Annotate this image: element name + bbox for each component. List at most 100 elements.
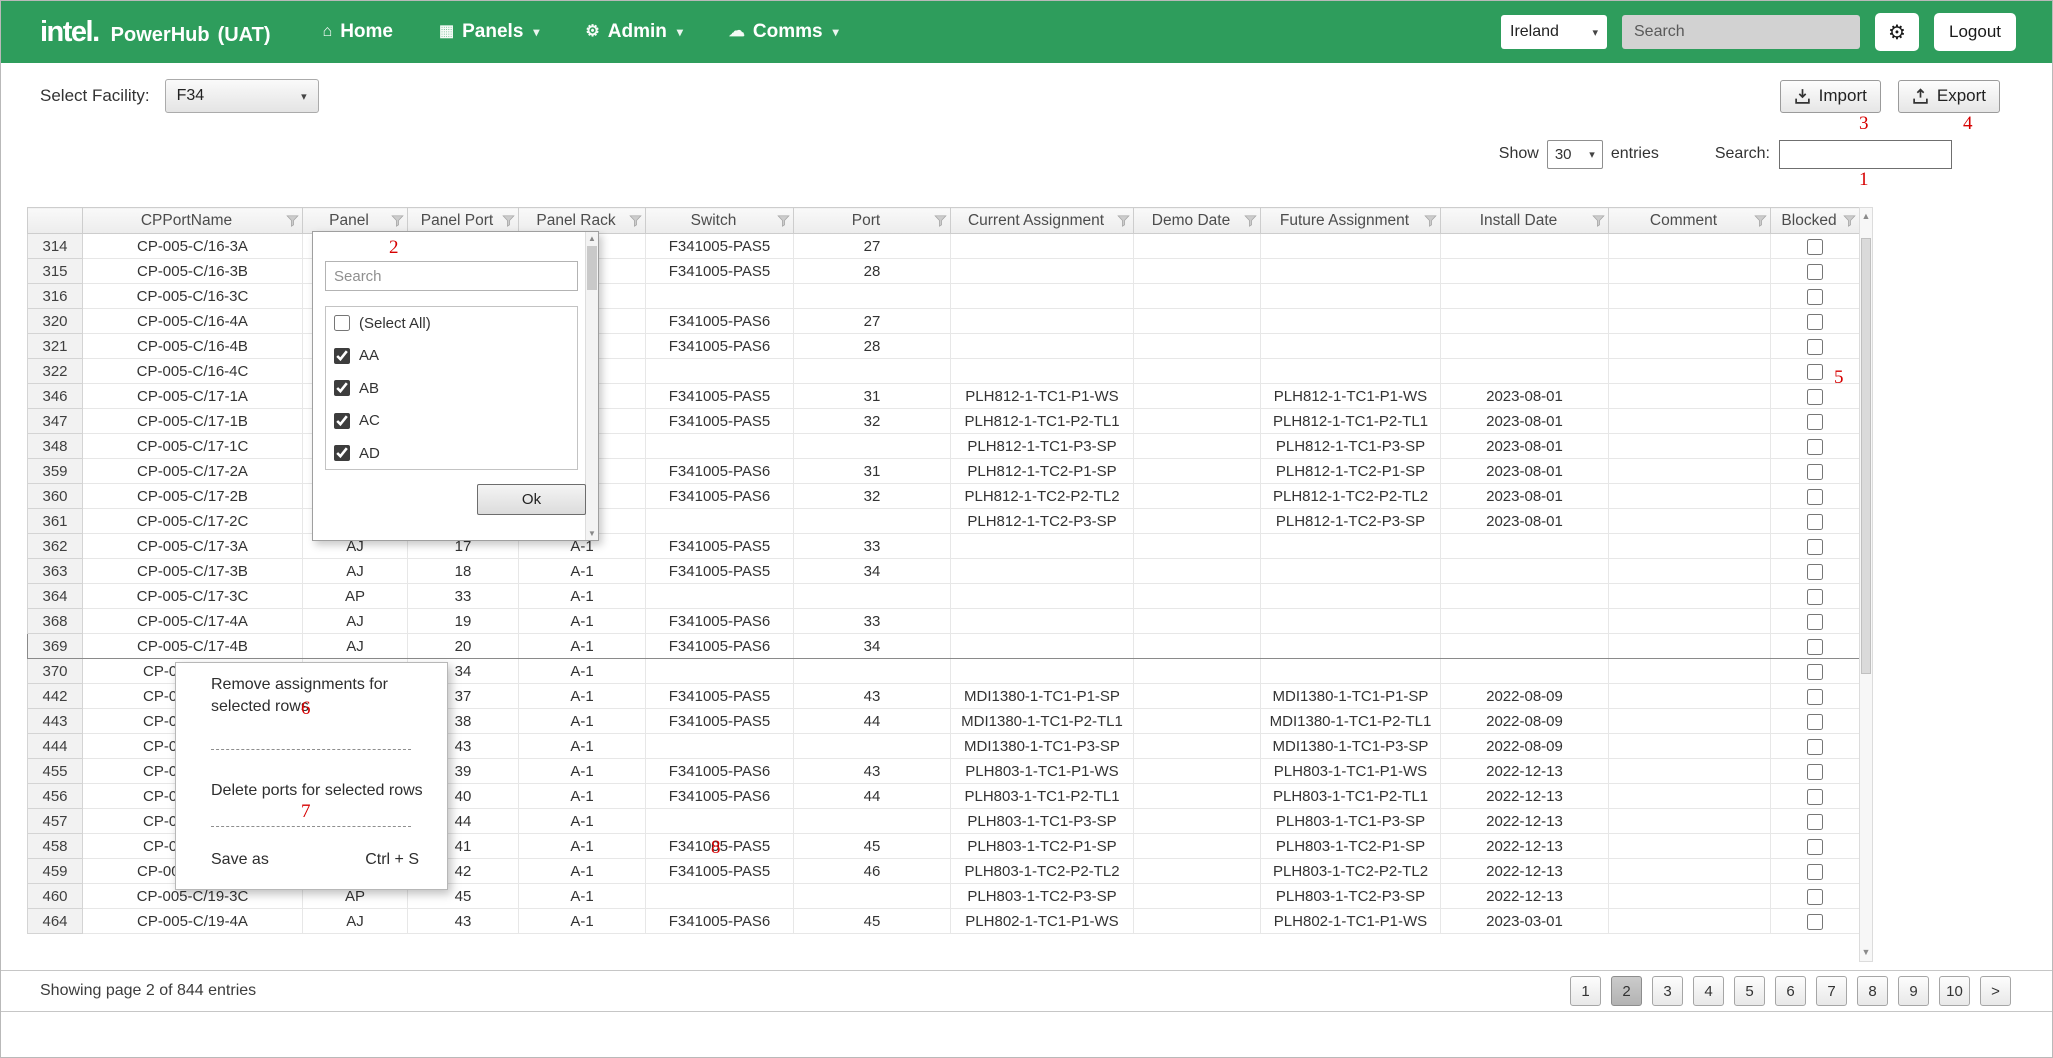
cell-install-date[interactable] (1441, 359, 1609, 384)
cell-demo-date[interactable] (1134, 284, 1261, 309)
pagination-page-7[interactable]: 7 (1816, 976, 1847, 1006)
table-row-368[interactable]: 368CP-005-C/17-4AAJ19A-1F341005-PAS633 (28, 609, 1860, 634)
cell-port[interactable] (794, 734, 951, 759)
settings-button[interactable]: ⚙ (1875, 13, 1919, 51)
cell-port[interactable] (794, 359, 951, 384)
cell-panel-rack[interactable]: A-1 (519, 559, 646, 584)
cell-port[interactable]: 43 (794, 684, 951, 709)
cell-port[interactable]: 32 (794, 484, 951, 509)
cell-port[interactable]: 27 (794, 309, 951, 334)
pagination-page-4[interactable]: 4 (1693, 976, 1724, 1006)
cell-demo-date[interactable] (1134, 759, 1261, 784)
import-button[interactable]: Import (1780, 80, 1881, 113)
cell-port[interactable]: 43 (794, 759, 951, 784)
cell-future-assignment[interactable]: MDI1380-1-TC1-P2-TL1 (1261, 709, 1441, 734)
cell-demo-date[interactable] (1134, 259, 1261, 284)
cell-port[interactable] (794, 434, 951, 459)
scroll-down-icon[interactable]: ▼ (1860, 944, 1872, 961)
cell-future-assignment[interactable] (1261, 559, 1441, 584)
blocked-checkbox[interactable] (1807, 439, 1823, 455)
cell-install-date[interactable] (1441, 259, 1609, 284)
cell-switch[interactable]: F341005-PAS6 (646, 484, 794, 509)
blocked-checkbox[interactable] (1807, 414, 1823, 430)
table-row-464[interactable]: 464CP-005-C/19-4AAJ43A-1F341005-PAS645PL… (28, 909, 1860, 934)
cell-switch[interactable] (646, 509, 794, 534)
cell-panel-rack[interactable]: A-1 (519, 659, 646, 684)
cell-comment[interactable] (1609, 684, 1771, 709)
row-number-cell[interactable]: 370 (28, 659, 83, 684)
cell-panel-rack[interactable]: A-1 (519, 784, 646, 809)
cell-future-assignment[interactable]: PLH812-1-TC2-P3-SP (1261, 509, 1441, 534)
cell-install-date[interactable]: 2023-08-01 (1441, 459, 1609, 484)
cell-install-date[interactable] (1441, 234, 1609, 259)
table-row-316[interactable]: 316CP-005-C/16-3C (28, 284, 1860, 309)
cell-cpportname[interactable]: CP-005-C/16-4B (83, 334, 303, 359)
cell-future-assignment[interactable] (1261, 334, 1441, 359)
cell-comment[interactable] (1609, 584, 1771, 609)
blocked-checkbox[interactable] (1807, 864, 1823, 880)
filter-option-aa[interactable]: AA (326, 340, 577, 373)
filter-icon[interactable] (1424, 215, 1437, 227)
scroll-up-icon[interactable]: ▲ (586, 232, 598, 245)
cell-panel-port[interactable]: 33 (408, 584, 519, 609)
cell-current-assignment[interactable] (951, 559, 1134, 584)
filter-icon[interactable] (629, 215, 642, 227)
blocked-checkbox[interactable] (1807, 689, 1823, 705)
cell-comment[interactable] (1609, 884, 1771, 909)
column-header-comment[interactable]: Comment (1609, 208, 1771, 234)
cell-cpportname[interactable]: CP-005-C/17-4B (83, 634, 303, 659)
filter-icon[interactable] (1843, 215, 1856, 227)
filter-checkbox[interactable] (334, 315, 350, 331)
cell-comment[interactable] (1609, 659, 1771, 684)
cell-comment[interactable] (1609, 484, 1771, 509)
filter-icon[interactable] (1117, 215, 1130, 227)
table-row-363[interactable]: 363CP-005-C/17-3BAJ18A-1F341005-PAS534 (28, 559, 1860, 584)
cell-panel-port[interactable]: 19 (408, 609, 519, 634)
row-number-cell[interactable]: 363 (28, 559, 83, 584)
cell-current-assignment[interactable]: PLH803-1-TC1-P2-TL1 (951, 784, 1134, 809)
cell-install-date[interactable]: 2022-12-13 (1441, 834, 1609, 859)
cell-current-assignment[interactable]: PLH812-1-TC2-P1-SP (951, 459, 1134, 484)
cell-switch[interactable]: F341005-PAS6 (646, 459, 794, 484)
cell-install-date[interactable] (1441, 534, 1609, 559)
cell-cpportname[interactable]: CP-005-C/16-4A (83, 309, 303, 334)
cell-switch[interactable] (646, 434, 794, 459)
cell-future-assignment[interactable]: PLH802-1-TC1-P1-WS (1261, 909, 1441, 934)
cell-cpportname[interactable]: CP-005-C/16-3A (83, 234, 303, 259)
cell-future-assignment[interactable]: PLH803-1-TC2-P1-SP (1261, 834, 1441, 859)
cell-comment[interactable] (1609, 809, 1771, 834)
table-row-348[interactable]: 348CP-005-C/17-1CPLH812-1-TC1-P3-SPPLH81… (28, 434, 1860, 459)
row-number-cell[interactable]: 459 (28, 859, 83, 884)
cell-panel-rack[interactable]: A-1 (519, 634, 646, 659)
cell-cpportname[interactable]: CP-005-C/17-1B (83, 409, 303, 434)
cell-panel-port[interactable]: 20 (408, 634, 519, 659)
cell-switch[interactable] (646, 359, 794, 384)
filter-checkbox[interactable] (334, 380, 350, 396)
cell-current-assignment[interactable]: PLH803-1-TC2-P1-SP (951, 834, 1134, 859)
cell-demo-date[interactable] (1134, 909, 1261, 934)
cell-demo-date[interactable] (1134, 684, 1261, 709)
row-number-cell[interactable]: 442 (28, 684, 83, 709)
cell-switch[interactable]: F341005-PAS5 (646, 259, 794, 284)
cell-demo-date[interactable] (1134, 409, 1261, 434)
logout-button[interactable]: Logout (1934, 13, 2016, 51)
table-row-346[interactable]: 346CP-005-C/17-1AF341005-PAS531PLH812-1-… (28, 384, 1860, 409)
cell-current-assignment[interactable]: PLH812-1-TC1-P2-TL1 (951, 409, 1134, 434)
pagination-page-1[interactable]: 1 (1570, 976, 1601, 1006)
cell-demo-date[interactable] (1134, 359, 1261, 384)
cell-comment[interactable] (1609, 359, 1771, 384)
cell-demo-date[interactable] (1134, 384, 1261, 409)
cell-comment[interactable] (1609, 634, 1771, 659)
cell-demo-date[interactable] (1134, 584, 1261, 609)
cell-port[interactable]: 31 (794, 459, 951, 484)
cell-cpportname[interactable]: CP-005-C/16-3B (83, 259, 303, 284)
filter-ok-button[interactable]: Ok (477, 484, 586, 515)
column-header-install-date[interactable]: Install Date (1441, 208, 1609, 234)
cell-demo-date[interactable] (1134, 309, 1261, 334)
blocked-checkbox[interactable] (1807, 514, 1823, 530)
cell-future-assignment[interactable]: PLH812-1-TC1-P2-TL1 (1261, 409, 1441, 434)
row-number-cell[interactable]: 369 (28, 634, 83, 659)
cell-future-assignment[interactable] (1261, 609, 1441, 634)
pagination-page-8[interactable]: 8 (1857, 976, 1888, 1006)
cell-switch[interactable]: F341005-PAS5 (646, 534, 794, 559)
